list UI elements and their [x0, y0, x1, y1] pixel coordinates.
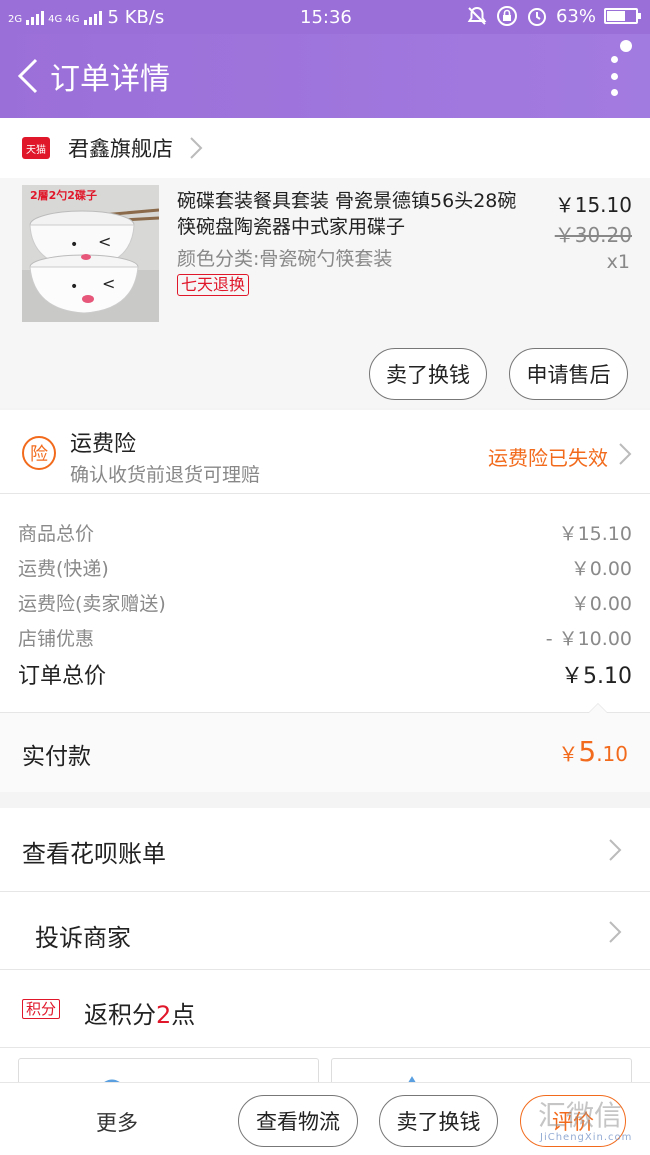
summary-row: 店铺优惠 - ￥10.00: [18, 624, 632, 651]
network-type-a: 2G: [8, 14, 23, 25]
chevron-right-icon: [609, 921, 622, 943]
summary-label: 店铺优惠: [18, 628, 95, 650]
product-sku: 颜色分类:骨瓷碗勺筷套装: [177, 248, 393, 270]
points-badge: 积分: [22, 999, 61, 1019]
insurance-subtitle: 确认收货前退货可理赔: [70, 464, 261, 486]
more-actions-button[interactable]: 更多: [96, 1107, 138, 1137]
summary-value: ￥0.00: [570, 558, 632, 580]
status-icons: 63%: [466, 5, 641, 27]
order-total-label: 订单总价: [18, 664, 107, 689]
summary-value: ￥15.10: [558, 523, 632, 545]
product-price: ￥15.10: [554, 193, 632, 217]
summary-label: 运费(快递): [18, 558, 109, 580]
battery-icon: [604, 8, 641, 24]
top-bar: 订单详情: [0, 34, 650, 118]
insurance-icon: 险: [22, 436, 56, 470]
chevron-right-icon: [609, 839, 622, 861]
signal-indicator: 2G 4G 4G: [8, 9, 102, 25]
huabei-bill-row[interactable]: 查看花呗账单: [0, 808, 650, 892]
order-total-row: 订单总价 ￥5.10: [18, 658, 632, 690]
huabei-bill-label: 查看花呗账单: [22, 840, 166, 868]
battery-fill: [607, 11, 625, 21]
back-button[interactable]: [8, 56, 48, 96]
network-speed: 5 KB/s: [107, 6, 165, 28]
app-root: 2G 4G 4G 5 KB/s 15:36 63% 订单详情 天猫 君鑫旗舰店: [0, 0, 650, 1155]
summary-row: 商品总价 ￥15.10: [18, 519, 632, 546]
watermark-text: 汇微信: [538, 1099, 623, 1132]
signal-bars-icon: [26, 9, 45, 25]
notification-dot: [620, 40, 632, 52]
network-type-b: 4G 4G: [48, 14, 80, 25]
summary-label: 运费险(卖家赠送): [18, 593, 166, 615]
status-bar: 2G 4G 4G 5 KB/s 15:36 63%: [0, 0, 650, 34]
return-policy-badge: 七天退换: [177, 274, 250, 296]
svg-text:•: •: [70, 279, 78, 295]
summary-value: - ￥10.00: [545, 628, 632, 650]
complain-seller-row[interactable]: 投诉商家: [0, 892, 650, 970]
battery-percent: 63%: [555, 5, 596, 27]
tooltip-pointer: [588, 703, 608, 713]
dot-icon: [610, 89, 618, 96]
summary-row: 运费(快递) ￥0.00: [18, 554, 632, 581]
watermark: 汇微信 JiChengXin.com: [530, 1088, 650, 1152]
product-quantity: x1: [606, 251, 630, 273]
lock-rotation-icon: [496, 6, 517, 26]
watermark-subtext: JiChengXin.com: [540, 1132, 633, 1143]
chevron-right-icon: [619, 443, 632, 465]
insurance-title: 运费险: [70, 432, 137, 457]
after-sale-button[interactable]: 申请售后: [509, 348, 628, 400]
summary-label: 商品总价: [18, 523, 95, 545]
svg-text:<: <: [102, 274, 115, 293]
chevron-left-icon: [17, 58, 38, 94]
alarm-clock-icon: [527, 8, 546, 26]
sell-for-cash-button[interactable]: 卖了换钱: [369, 348, 487, 400]
store-row[interactable]: 天猫 君鑫旗舰店: [0, 118, 650, 178]
dot-icon: [610, 72, 618, 80]
amount-paid-value: ￥5.10: [558, 735, 628, 768]
complain-seller-label: 投诉商家: [35, 924, 131, 952]
points-prefix: 返积分: [84, 1001, 156, 1029]
bowl-image: • < • <: [22, 185, 159, 322]
page-title: 订单详情: [50, 62, 170, 97]
dot-icon: [610, 56, 618, 63]
insurance-status: 运费险已失效: [488, 446, 608, 470]
chevron-right-icon: [190, 137, 203, 159]
summary-value: ￥0.00: [570, 593, 632, 615]
product-original-price: ￥30.20: [554, 223, 632, 247]
amount-paid-row: 实付款 ￥5.10: [0, 712, 650, 792]
product-thumbnail[interactable]: • < • < 2層2勺2碟子: [22, 185, 159, 322]
more-menu-button[interactable]: [608, 56, 620, 96]
points-row: 积分 返积分2点: [0, 970, 650, 1048]
price-summary: 商品总价 ￥15.10 运费(快递) ￥0.00 运费险(卖家赠送) ￥0.00 店铺…: [0, 494, 650, 712]
svg-text:<: <: [98, 232, 111, 251]
points-number: 2: [156, 1001, 172, 1029]
shipping-insurance-row[interactable]: 险 运费险 确认收货前退货可理赔 运费险已失效: [0, 410, 650, 494]
product-card[interactable]: • < • < 2層2勺2碟子 碗碟套装餐具套装 骨瓷景德镇56头28碗筷碗盘陶…: [0, 178, 650, 408]
sell-for-cash-bottom-button[interactable]: 卖了换钱: [379, 1095, 498, 1147]
amount-integer: 5: [578, 735, 597, 768]
amount-paid-label: 实付款: [22, 744, 91, 770]
clock: 15:36: [300, 7, 352, 28]
points-suffix: 点: [171, 1001, 196, 1029]
svg-text:•: •: [70, 237, 78, 253]
summary-row: 运费险(卖家赠送) ￥0.00: [18, 589, 632, 616]
tmall-logo-icon: 天猫: [22, 137, 50, 159]
signal-bars-icon: [83, 9, 102, 25]
thumbnail-caption: 2層2勺2碟子: [30, 189, 97, 202]
store-name: 君鑫旗舰店: [68, 137, 173, 161]
points-text: 返积分2点: [84, 995, 195, 1030]
mute-bell-icon: [467, 6, 487, 25]
amount-decimal: .10: [596, 742, 628, 766]
view-logistics-button[interactable]: 查看物流: [238, 1095, 358, 1147]
product-title[interactable]: 碗碟套装餐具套装 骨瓷景德镇56头28碗筷碗盘陶瓷器中式家用碟子: [177, 188, 522, 240]
order-total-value: ￥5.10: [561, 664, 632, 689]
currency-symbol: ￥: [558, 742, 579, 766]
